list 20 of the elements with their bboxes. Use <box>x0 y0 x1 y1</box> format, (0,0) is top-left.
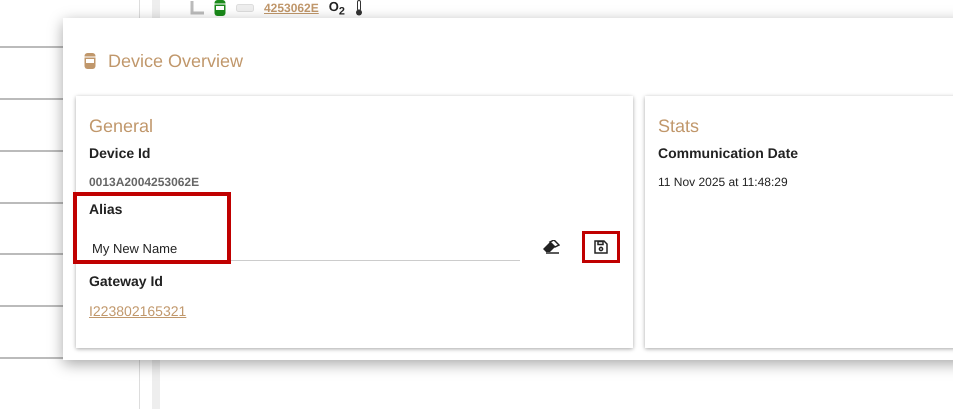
thermometer-icon <box>354 0 363 16</box>
field-label: Communication Date <box>658 145 800 163</box>
field-value: 0013A2004253062E <box>89 174 200 191</box>
alias-input[interactable]: My New Name <box>89 233 520 261</box>
field-value: 11 Nov 2025 at 11:48:29 <box>658 174 789 191</box>
field-label: Device Id <box>89 145 152 163</box>
save-button[interactable] <box>582 231 620 263</box>
field-label: Gateway Id <box>89 273 164 291</box>
device-icon <box>84 52 96 70</box>
field-label: Alias <box>89 201 124 219</box>
sensor-label: O$_{2}$ <box>328 0 345 18</box>
dialog-title: Device Overview <box>108 50 244 72</box>
device-icon <box>214 0 226 17</box>
battery-icon <box>236 4 254 12</box>
tree-connector <box>190 1 204 15</box>
card-title: General <box>89 116 154 137</box>
card-title: Stats <box>658 116 700 137</box>
gateway-link[interactable]: I223802165321 <box>89 293 186 327</box>
eraser-icon <box>542 240 560 254</box>
device-link[interactable]: 4253062E <box>264 1 319 15</box>
